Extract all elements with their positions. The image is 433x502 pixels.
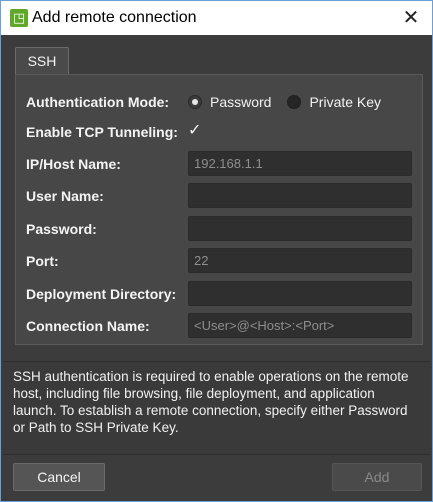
user-input[interactable] [188,183,412,208]
connection-name-input[interactable]: <User>@<Host>:<Port> [188,313,412,338]
deploy-dir-row: Deployment Directory: [26,282,176,306]
dialog-body: SSH Authentication Mode: Password Privat… [1,35,432,501]
dialog-window: ◳ Add remote connection ✕ SSH Authentica… [0,0,433,502]
port-input[interactable]: 22 [188,248,412,273]
auth-mode-label: Authentication Mode: [26,94,170,110]
host-label: IP/Host Name: [26,156,121,172]
password-radio-label[interactable]: Password [210,94,271,110]
tcp-tunneling-checkbox[interactable]: ✓ [188,122,204,140]
user-label: User Name: [26,188,104,204]
host-row: IP/Host Name: [26,152,121,176]
tab-ssh[interactable]: SSH [15,47,69,74]
user-row: User Name: [26,184,104,208]
connection-name-label: Connection Name: [26,318,150,334]
title-bar: ◳ Add remote connection ✕ [1,1,432,35]
password-row: Password: [26,217,97,241]
deploy-dir-label: Deployment Directory: [26,286,177,302]
cancel-button[interactable]: Cancel [13,463,105,491]
add-button[interactable]: Add [332,463,422,491]
auth-mode-row: Authentication Mode: [26,90,169,114]
private-key-radio-label[interactable]: Private Key [309,94,381,110]
tcp-tunneling-label: Enable TCP Tunneling: [26,124,178,140]
host-input[interactable]: 192.168.1.1 [188,151,412,176]
port-row: Port: [26,249,59,273]
private-key-radio[interactable] [287,95,302,109]
deploy-dir-input[interactable] [188,281,412,306]
ssh-settings-panel: Authentication Mode: Password Private Ke… [15,74,423,345]
password-input[interactable] [188,216,412,241]
password-label: Password: [26,221,97,237]
password-radio[interactable] [188,95,202,109]
window-title: Add remote connection [32,9,197,26]
app-icon: ◳ [10,9,28,27]
close-icon[interactable]: ✕ [398,5,424,31]
connection-name-row: Connection Name: [26,314,150,338]
tcp-tunneling-row: Enable TCP Tunneling: [26,120,178,144]
info-message: SSH authentication is required to enable… [3,361,430,455]
port-label: Port: [26,253,59,269]
auth-mode-radio-group: Password Private Key [188,90,397,114]
